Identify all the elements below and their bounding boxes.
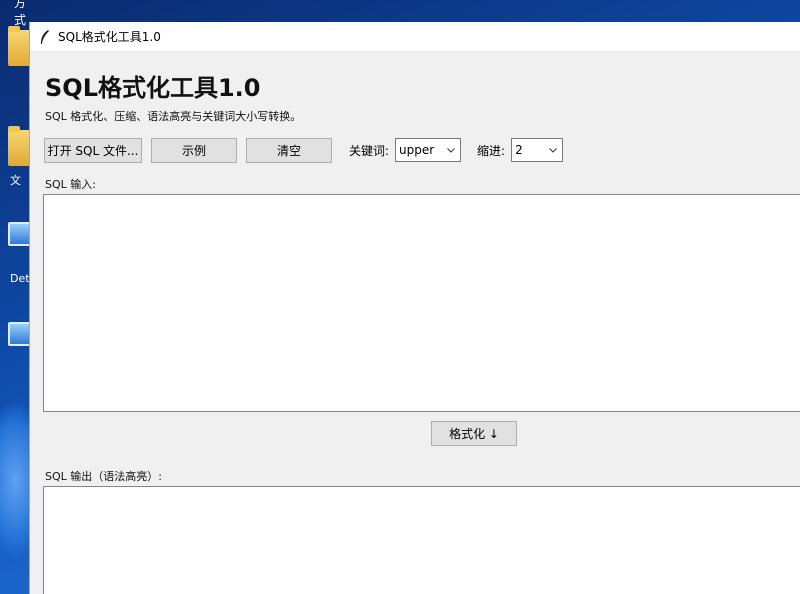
desktop-caption: 方式 <box>14 0 27 27</box>
sql-output-textarea[interactable] <box>43 486 800 594</box>
chevron-down-icon <box>549 148 557 153</box>
sql-input-textarea[interactable] <box>43 194 800 412</box>
indent-value: 2 <box>515 143 523 157</box>
desktop-icon-label: Det <box>10 272 30 285</box>
desktop-icon-label: 文 <box>10 174 21 187</box>
main-content: SQL格式化工具1.0 SQL 格式化、压缩、语法高亮与关键词大小写转换。 打开… <box>30 52 800 594</box>
keyword-case-label: 关键词: <box>349 143 390 158</box>
page-title: SQL格式化工具1.0 <box>45 74 261 102</box>
sql-output-label: SQL 输出（语法高亮）: <box>45 470 162 483</box>
sql-input-label: SQL 输入: <box>45 178 96 191</box>
title-bar[interactable]: SQL格式化工具1.0 <box>30 22 800 52</box>
keyword-case-select[interactable]: upper <box>395 138 462 162</box>
app-window: SQL格式化工具1.0 SQL格式化工具1.0 SQL 格式化、压缩、语法高亮与… <box>29 22 800 594</box>
chevron-down-icon <box>447 148 455 153</box>
keyword-case-value: upper <box>399 143 435 157</box>
page-subtitle: SQL 格式化、压缩、语法高亮与关键词大小写转换。 <box>45 110 302 123</box>
format-button[interactable]: 格式化 ↓ <box>431 421 517 446</box>
window-title: SQL格式化工具1.0 <box>58 30 161 44</box>
clear-button[interactable]: 清空 <box>246 137 332 163</box>
feather-icon <box>40 29 49 44</box>
toolbar: 打开 SQL 文件... 示例 清空 关键词: upper 缩进: 2 <box>44 137 564 163</box>
desktop-background: 方式 文 Det <box>0 0 50 594</box>
indent-select[interactable]: 2 <box>511 138 564 162</box>
open-sql-file-button[interactable]: 打开 SQL 文件... <box>44 137 142 163</box>
indent-label: 缩进: <box>477 143 506 158</box>
example-button[interactable]: 示例 <box>151 137 237 163</box>
